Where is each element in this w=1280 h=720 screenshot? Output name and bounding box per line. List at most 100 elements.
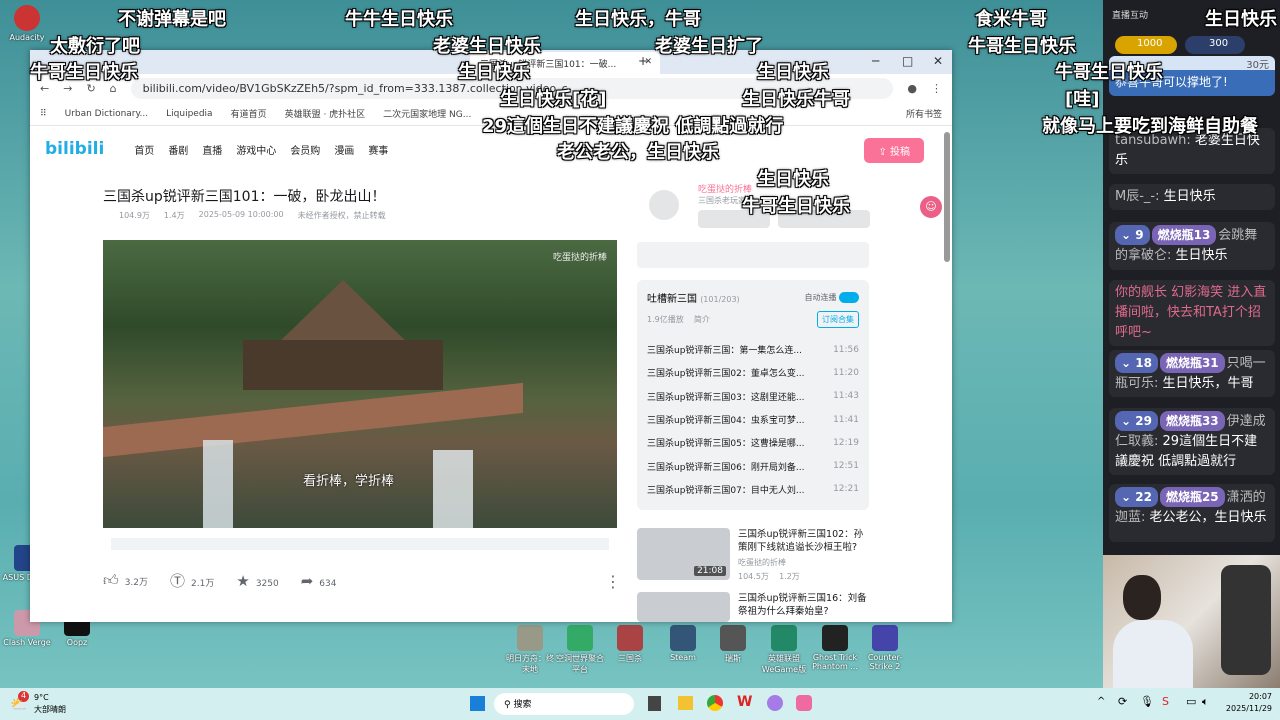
video-title: 三国杀up锐评新三国101：一破，卧龙出山！ [103, 189, 386, 205]
video-actions: 👍︎ 3.2万 Ⓣ 2.1万 ★ 3250 ➦ 634 [103, 570, 336, 591]
new-tab-button[interactable]: + [638, 54, 648, 68]
search-box[interactable]: ⚲ 搜索 [494, 693, 634, 715]
nav-home[interactable]: 首页 [134, 142, 154, 157]
nav-anime[interactable]: 番剧 [168, 142, 188, 157]
desktop-icon[interactable]: 瑞斯 [706, 625, 760, 664]
sync-icon[interactable]: ⟳ [1118, 695, 1127, 708]
clock-time[interactable]: 20:07 [1240, 692, 1272, 701]
playlist-item[interactable]: 三国杀up锐评新三国03：这剧里还能... 11:43 [647, 385, 859, 408]
like-button[interactable]: 👍︎ 3.2万 [103, 571, 148, 590]
desktop-icon[interactable]: 三国杀 [603, 625, 657, 664]
app-icon[interactable] [796, 695, 812, 711]
minimize-button[interactable]: ─ [872, 54, 879, 68]
level-badge: ⌄ 9 [1115, 225, 1150, 245]
bilibili-logo[interactable]: bilibili [45, 139, 104, 159]
playlist-item[interactable]: 三国杀up锐评新三国：第一集怎么连... 11:56 [647, 338, 859, 361]
desktop-icon-ghost-trick[interactable]: Ghost Trick Phantom ... [808, 625, 862, 671]
nav-esports[interactable]: 赛事 [368, 142, 388, 157]
playlist-item[interactable]: 三国杀up锐评新三国05：这曹操是哪... 12:19 [647, 431, 859, 454]
danmaku-comment: 老婆生日快乐 [433, 36, 541, 57]
rank-1[interactable]: 1000 [1115, 36, 1177, 54]
nav-live[interactable]: 直播 [202, 142, 222, 157]
scrollbar[interactable] [944, 132, 950, 262]
desktop-icon[interactable]: 明日方舟：终末地 [503, 625, 557, 675]
bookmark[interactable]: Liquipedia [166, 109, 212, 119]
danmaku-comment: 生日快乐牛哥 [742, 89, 850, 110]
search-icon: ⚲ [504, 700, 511, 710]
bookmark[interactable]: 有道首页 [231, 107, 267, 120]
autoplay-toggle[interactable]: 自动连播 [804, 292, 859, 303]
volume-icon[interactable]: 🔈︎ [1202, 695, 1209, 709]
video-subtitle: 看折棒，学折棒 [303, 474, 395, 489]
fan-badge: 燃烧瓶13 [1151, 225, 1217, 245]
danmaku-comment: 29這個生日不建議慶祝 低調點過就行 [482, 116, 784, 137]
playlist-item[interactable]: 三国杀up锐评新三国07：目中无人刘... 12:21 [647, 478, 859, 501]
bookmark[interactable]: 二次元国家地理 NG... [383, 107, 471, 120]
playlist-item[interactable]: 三国杀up锐评新三国02：董卓怎么变... 11:20 [647, 361, 859, 384]
wps-icon[interactable]: W [737, 694, 752, 710]
apps-icon[interactable]: ⠿ [40, 109, 47, 119]
mic-icon[interactable]: 🎙︎ [1140, 695, 1154, 708]
ime-icon[interactable]: S [1162, 695, 1169, 708]
chat-user[interactable]: M辰-_- [1115, 189, 1155, 204]
task-view-icon[interactable] [648, 696, 661, 711]
nav-shop[interactable]: 会员购 [290, 142, 320, 157]
playlist-item[interactable]: 三国杀up锐评新三国06：刚开局刘备... 12:51 [647, 454, 859, 477]
weather-widget[interactable]: 4 ⛅ 9°C 大部晴朗 [10, 691, 70, 717]
danmaku-input-bar[interactable] [111, 538, 609, 550]
share-button[interactable]: ➦ 634 [301, 572, 337, 590]
uploader-avatar[interactable] [649, 190, 679, 220]
video-watermark: 吃蛋挞的折棒 [552, 253, 607, 263]
video-thumbnail[interactable]: 21:08 [637, 528, 730, 580]
desktop-icon-audacity[interactable]: Audacity [0, 5, 54, 42]
coin-icon: Ⓣ [170, 572, 186, 590]
subscribe-button[interactable]: 订阅合集 [817, 311, 859, 328]
chat-message: ⌄ 9 燃烧瓶13 会跳舞的拿破仑: 生日快乐 [1109, 222, 1275, 270]
network-icon[interactable]: ▭ [1186, 695, 1196, 708]
chat-message: 你的舰长 幻影海笑 进入直播间啦，快去和TA打个招呼吧~ [1109, 280, 1275, 346]
favorite-button[interactable]: ★ 3250 [236, 572, 278, 590]
chat-message: ⌄ 18 燃烧瓶31 只喝一瓶可乐: 生日快乐，牛哥 [1109, 350, 1275, 397]
chat-text: 老公老公，生日快乐 [1149, 510, 1267, 525]
recommend-item[interactable]: 21:08 三国杀up锐评新三国102：孙策刚下线就追谥长沙桓王啦? 吃蛋挞的折棒… [637, 528, 869, 582]
desktop-icon-steam[interactable]: Steam [656, 625, 710, 662]
more-icon[interactable]: ⋮ [605, 572, 621, 591]
profile-icon[interactable]: ● [907, 82, 917, 95]
chat-message: ⌄ 22 燃烧瓶25 潇洒的迦蓝: 老公老公，生日快乐 [1109, 484, 1275, 542]
upload-button[interactable]: ⇪ 投稿 [864, 138, 924, 163]
recommend-item[interactable]: 三国杀up锐评新三国16：刘备祭祖为什么拜秦始皇? [637, 592, 869, 622]
danmaku-comment: 老婆生日扩了 [655, 36, 763, 57]
chat-text: 生日快乐 [1175, 248, 1228, 263]
app-icon[interactable] [767, 695, 783, 711]
desktop-icon[interactable]: 空洞世界聚合平台 [553, 625, 607, 675]
chrome-icon[interactable] [707, 695, 723, 711]
video-player[interactable]: 吃蛋挞的折棒 看折棒，学折棒 [103, 240, 617, 528]
coin-button[interactable]: Ⓣ 2.1万 [170, 570, 214, 591]
desktop-icon-cs2[interactable]: Counter-Strike 2 [858, 625, 912, 671]
desktop-icon-lol[interactable]: 英雄联盟WeGame版 [757, 625, 811, 675]
nav-games[interactable]: 游戏中心 [236, 142, 276, 157]
rank-2[interactable]: 300 [1185, 36, 1245, 54]
mascot-icon[interactable]: ☺ [920, 196, 942, 218]
danmaku-comment: 生日快乐 [757, 169, 829, 190]
start-button[interactable] [470, 696, 485, 711]
nav-manga[interactable]: 漫画 [334, 142, 354, 157]
bookmark[interactable]: 英雄联盟 · 虎扑社区 [285, 107, 366, 120]
video-meta: 104.9万 1.4万 2025-05-09 10:00:00 未经作者授权，禁止转载 [119, 210, 386, 220]
level-badge: ⌄ 22 [1115, 487, 1158, 507]
video-thumbnail[interactable] [637, 592, 730, 622]
bookmark[interactable]: Urban Dictionary... [65, 109, 149, 119]
danmaku-comment: 牛哥生日快乐 [1055, 62, 1163, 83]
menu-icon[interactable]: ⋮ [931, 82, 942, 95]
playlist-item[interactable]: 三国杀up锐评新三国04：虫系宝可梦... 11:41 [647, 408, 859, 431]
danmaku-comment: 牛哥生日快乐 [968, 36, 1076, 57]
intro-link[interactable]: 简介 [694, 315, 710, 324]
close-window-button[interactable]: ✕ [933, 54, 943, 68]
file-explorer-icon[interactable] [678, 696, 693, 710]
all-bookmarks[interactable]: 所有书签 [906, 107, 942, 120]
fan-badge: 燃烧瓶31 [1159, 353, 1225, 373]
maximize-button[interactable]: □ [902, 54, 913, 68]
danmaku-comment: 牛牛生日快乐 [345, 9, 453, 30]
tray-expand-icon[interactable]: ^ [1097, 696, 1105, 707]
clock-date[interactable]: 2025/11/29 [1222, 704, 1272, 713]
